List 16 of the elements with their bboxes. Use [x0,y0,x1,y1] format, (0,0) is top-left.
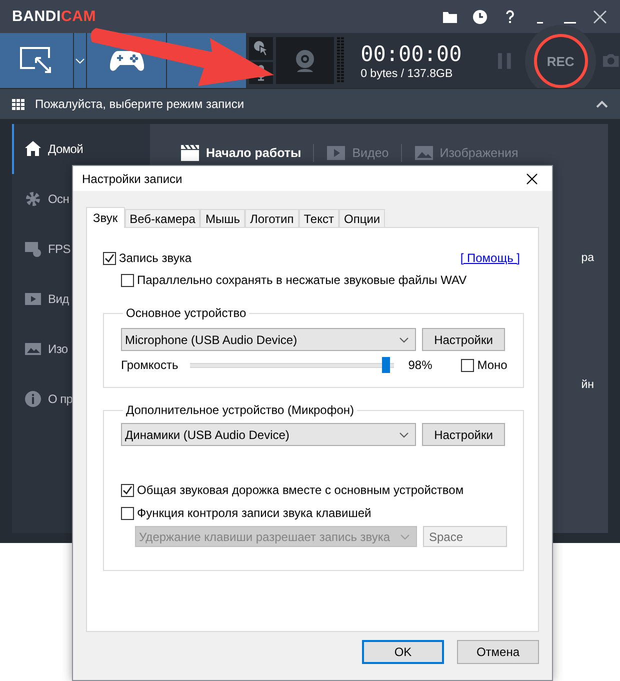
app-logo: BANDICAM [12,8,96,25]
checkbox-label: Параллельно сохранять в несжатые звуковые файлы WAV [137,273,467,287]
volume-label: Громкость [121,358,178,372]
file-size: 0 bytes / 137.8GB [360,68,454,80]
panel-text: йн [581,379,594,391]
timer: 00:00:00 [360,42,463,66]
checkbox-label: Функция контроля записи звука клавишей [137,506,372,520]
panel-text: ра [581,252,594,264]
checkbox-label: Общая звуковая дорожка вместе с основным устройством [137,483,464,497]
dialog-title: Настройки записи [82,172,184,186]
checkbox-label: Запись звука [119,251,192,265]
volume-reading: 98% [408,358,434,372]
mode-prompt: Пожалуйста, выберите режим записи [35,97,246,111]
group-title: Основное устройство [125,306,248,320]
checkbox-label: Моно [477,358,508,372]
group-title: Дополнительное устройство (Микрофон) [125,403,355,417]
